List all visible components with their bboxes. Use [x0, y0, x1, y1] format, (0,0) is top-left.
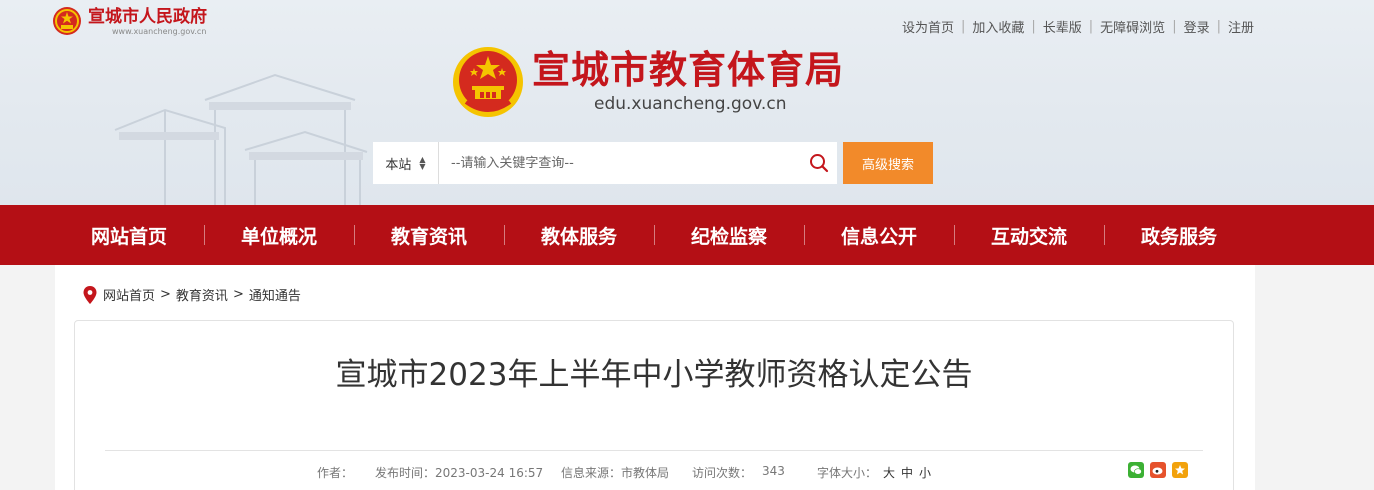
- nav-item-services[interactable]: 教体服务: [504, 205, 654, 265]
- search-input[interactable]: [439, 143, 801, 183]
- elder-version-link[interactable]: 长辈版: [1043, 17, 1082, 36]
- nav-item-home[interactable]: 网站首页: [54, 205, 204, 265]
- search-icon[interactable]: [801, 142, 837, 184]
- share-buttons: [1122, 462, 1188, 478]
- font-size-small[interactable]: 小: [919, 466, 931, 480]
- building-illustration: [114, 73, 368, 205]
- divider: [105, 450, 1203, 451]
- nav-item-overview[interactable]: 单位概况: [204, 205, 354, 265]
- breadcrumb-separator: >: [232, 287, 244, 302]
- search-bar: 本站 ▲▼ 高级搜索: [373, 142, 933, 184]
- author-label: 作者：: [317, 466, 354, 480]
- font-size-control: 字体大小：大中小: [817, 466, 932, 480]
- divider: |: [960, 19, 966, 34]
- divider: |: [1216, 19, 1221, 34]
- divider: |: [1031, 19, 1036, 34]
- national-emblem-icon: [53, 7, 81, 35]
- search-scope-label: 本站: [385, 157, 412, 173]
- divider: |: [1088, 19, 1094, 34]
- nav-item-interaction[interactable]: 互动交流: [954, 205, 1104, 265]
- source-label: 信息来源：市教体局: [561, 466, 670, 480]
- sort-arrows-icon: ▲ ▼: [419, 155, 426, 171]
- add-favorite-link[interactable]: 加入收藏: [972, 17, 1024, 36]
- nav-item-discipline[interactable]: 纪检监察: [654, 205, 804, 265]
- font-size-large[interactable]: 大: [883, 466, 895, 480]
- advanced-search-button[interactable]: 高级搜索: [843, 142, 933, 184]
- main-nav: 网站首页 单位概况 教育资讯 教体服务 纪检监察 信息公开 互动交流 政务服务: [0, 205, 1374, 265]
- source-value: 市教体局: [621, 466, 670, 480]
- breadcrumb-notices[interactable]: 通知通告: [249, 285, 301, 304]
- divider: |: [1172, 19, 1177, 34]
- site-domain: edu.xuancheng.gov.cn: [594, 94, 787, 114]
- favorite-icon[interactable]: [1172, 462, 1188, 478]
- gov-portal-link[interactable]: 宣城市人民政府 www.xuancheng.gov.cn: [52, 6, 207, 36]
- login-link[interactable]: 登录: [1184, 17, 1210, 36]
- font-size-medium[interactable]: 中: [901, 466, 913, 480]
- breadcrumb-separator: >: [160, 287, 171, 302]
- set-homepage-link[interactable]: 设为首页: [902, 17, 954, 36]
- breadcrumb-news[interactable]: 教育资讯: [176, 285, 228, 304]
- nav-item-news[interactable]: 教育资讯: [354, 205, 504, 265]
- national-emblem-icon: [453, 47, 523, 117]
- content-area: 网站首页 > 教育资讯 > 通知通告 宣城市2023年上半年中小学教师资格认定公…: [55, 265, 1255, 490]
- article-card: 宣城市2023年上半年中小学教师资格认定公告 作者： 发布时间：2023-03-…: [74, 320, 1234, 490]
- top-links: 设为首页 | 加入收藏 | 长辈版 | 无障碍浏览 | 登录 | 注册: [902, 17, 1254, 36]
- weibo-icon[interactable]: [1150, 462, 1166, 478]
- accessibility-link[interactable]: 无障碍浏览: [1100, 17, 1165, 36]
- register-link[interactable]: 注册: [1228, 17, 1254, 36]
- wechat-icon[interactable]: [1128, 462, 1144, 478]
- location-pin-icon: [83, 285, 97, 304]
- search-box: [439, 142, 837, 184]
- search-scope-select[interactable]: 本站 ▲ ▼: [373, 142, 439, 184]
- gov-portal-name: 宣城市人民政府: [88, 7, 207, 27]
- article-title: 宣城市2023年上半年中小学教师资格认定公告: [335, 357, 973, 393]
- gov-portal-url: www.xuancheng.gov.cn: [112, 27, 207, 36]
- nav-item-disclosure[interactable]: 信息公开: [804, 205, 954, 265]
- site-header: 宣城市人民政府 www.xuancheng.gov.cn 设为首页 | 加入收藏…: [0, 0, 1374, 205]
- breadcrumb: 网站首页 > 教育资讯 > 通知通告: [83, 285, 301, 304]
- visit-count: 343: [762, 464, 785, 478]
- visits-label: 访问次数：: [692, 466, 753, 480]
- publish-date-label: 发布时间：2023-03-24 16:57: [375, 466, 544, 480]
- nav-item-government-services[interactable]: 政务服务: [1104, 205, 1254, 265]
- site-title: 宣城市教育体育局: [532, 48, 845, 92]
- breadcrumb-home[interactable]: 网站首页: [103, 285, 155, 304]
- site-logo[interactable]: 宣城市教育体育局 edu.xuancheng.gov.cn: [452, 46, 844, 118]
- publish-date: 2023-03-24 16:57: [435, 466, 544, 480]
